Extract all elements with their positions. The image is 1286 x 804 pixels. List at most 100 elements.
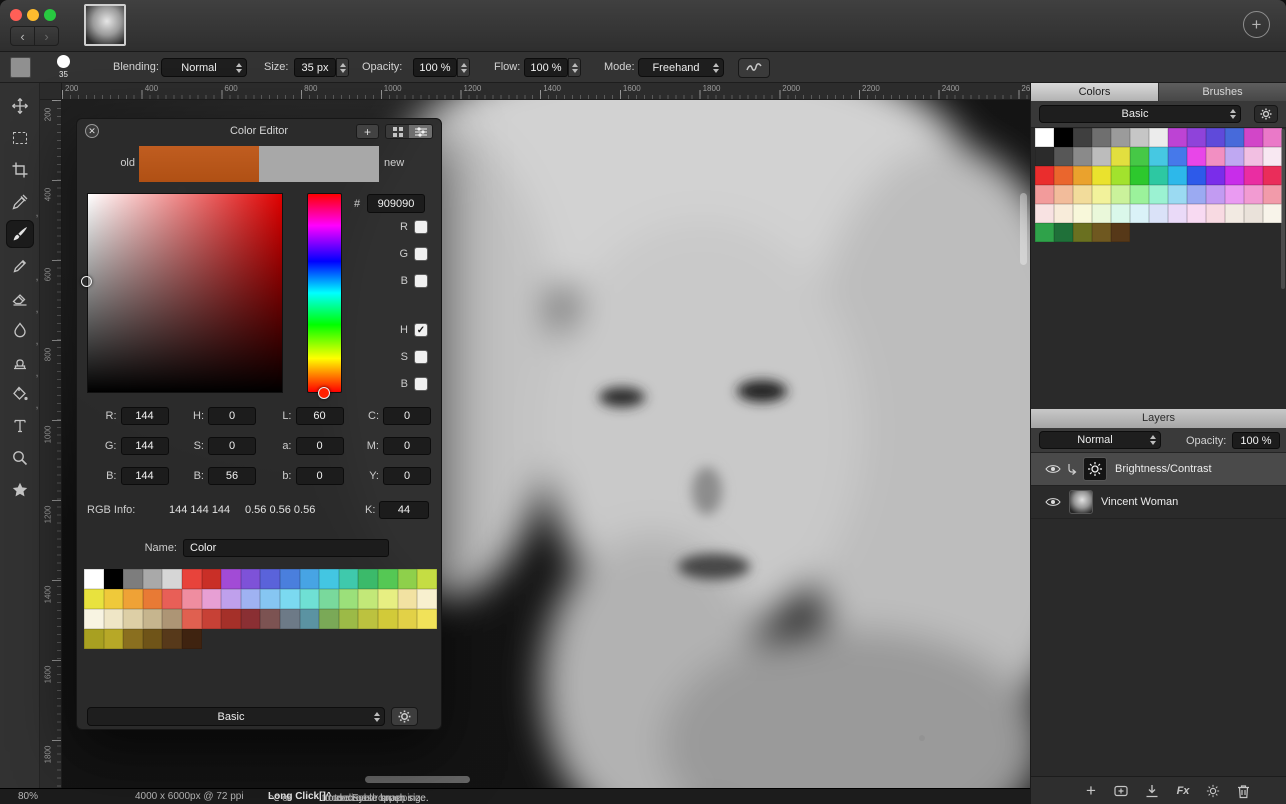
color-swatch[interactable] [1092, 128, 1111, 147]
color-swatch[interactable] [358, 589, 378, 609]
color-swatch[interactable] [84, 629, 104, 649]
flow-input[interactable] [524, 58, 568, 77]
color-swatch[interactable] [1187, 147, 1206, 166]
color-swatch[interactable] [358, 609, 378, 629]
import-icon[interactable] [1140, 780, 1164, 802]
color-swatch[interactable] [1244, 147, 1263, 166]
color-swatch[interactable] [260, 569, 280, 589]
eye-icon[interactable] [1041, 464, 1065, 474]
shapes-tool[interactable] [6, 476, 34, 504]
color-swatch[interactable] [1092, 166, 1111, 185]
horizontal-scrollbar[interactable] [365, 776, 470, 783]
hex-input[interactable] [367, 194, 425, 213]
gear-icon[interactable] [391, 707, 418, 726]
color-swatch[interactable] [279, 589, 300, 609]
color-swatch[interactable] [279, 609, 300, 629]
channel-checkbox[interactable]: ✓ [414, 323, 428, 337]
color-swatch[interactable] [84, 569, 104, 589]
zoom-tool[interactable] [6, 444, 34, 472]
color-swatch[interactable] [1149, 185, 1168, 204]
pencil-tool[interactable]: , [6, 252, 39, 283]
value-input[interactable] [208, 437, 256, 455]
color-swatch[interactable] [1149, 204, 1168, 223]
minimize-window-button[interactable] [27, 9, 39, 21]
color-swatch[interactable] [1225, 185, 1244, 204]
vertical-scrollbar[interactable] [1020, 193, 1027, 265]
color-swatch[interactable] [240, 569, 261, 589]
color-swatch[interactable] [1111, 204, 1130, 223]
color-swatch[interactable] [240, 589, 261, 609]
color-swatch[interactable] [338, 589, 359, 609]
color-swatch[interactable] [1225, 147, 1244, 166]
color-swatch[interactable] [1130, 204, 1149, 223]
color-picker-cursor[interactable] [81, 276, 92, 287]
k-input[interactable] [379, 501, 429, 519]
color-swatch[interactable] [1130, 166, 1149, 185]
color-swatch[interactable] [1035, 185, 1054, 204]
color-swatch[interactable] [1187, 128, 1206, 147]
size-stepper[interactable] [336, 58, 349, 77]
color-swatch[interactable] [123, 589, 143, 609]
color-swatch[interactable] [1149, 147, 1168, 166]
color-swatch[interactable] [1111, 147, 1130, 166]
color-swatch[interactable] [1035, 166, 1054, 185]
color-swatch[interactable] [299, 609, 320, 629]
color-swatch[interactable] [1035, 223, 1054, 242]
hue-slider-cursor[interactable] [318, 387, 330, 399]
color-swatch[interactable] [1168, 204, 1187, 223]
color-swatch[interactable] [181, 569, 202, 589]
fullscreen-window-button[interactable] [44, 9, 56, 21]
color-swatch[interactable] [417, 609, 437, 629]
value-input[interactable] [295, 467, 344, 485]
value-input[interactable] [120, 437, 169, 455]
color-swatch[interactable] [201, 589, 222, 609]
color-swatch[interactable] [221, 609, 241, 629]
color-swatch[interactable] [1149, 166, 1168, 185]
channel-checkbox[interactable] [414, 377, 428, 391]
value-input[interactable] [208, 407, 256, 425]
color-swatch[interactable] [1263, 147, 1282, 166]
color-swatch[interactable] [1111, 223, 1130, 242]
mode-select[interactable]: Freehand [638, 58, 724, 77]
brush-settings-button[interactable] [738, 58, 770, 78]
color-swatch[interactable] [1168, 166, 1187, 185]
color-swatch[interactable] [1130, 185, 1149, 204]
color-swatch[interactable] [1054, 204, 1073, 223]
flow-stepper[interactable] [568, 58, 581, 77]
layer-opacity-input[interactable] [1232, 432, 1280, 449]
color-swatch[interactable] [1092, 185, 1111, 204]
color-swatch[interactable] [1054, 128, 1073, 147]
color-swatch[interactable] [1225, 166, 1244, 185]
color-swatch[interactable] [1035, 128, 1054, 147]
color-swatch[interactable] [1054, 185, 1073, 204]
color-swatch[interactable] [162, 629, 182, 649]
value-input[interactable] [295, 407, 344, 425]
tab-brushes[interactable]: Brushes [1158, 83, 1286, 101]
color-swatch[interactable] [279, 569, 300, 589]
brush-tool[interactable] [5, 220, 34, 248]
smudge-tool[interactable]: , [6, 316, 39, 347]
color-swatch[interactable] [1206, 166, 1225, 185]
color-swatch[interactable] [201, 609, 222, 629]
color-swatch[interactable] [221, 569, 241, 589]
color-swatch[interactable] [1263, 166, 1282, 185]
color-name-input[interactable] [183, 539, 389, 557]
color-swatch[interactable] [1263, 128, 1282, 147]
new-group-icon[interactable] [1109, 780, 1133, 802]
color-swatch[interactable] [162, 609, 182, 629]
color-swatch[interactable] [1206, 147, 1225, 166]
color-swatch[interactable] [417, 569, 437, 589]
add-swatch-button[interactable]: + [356, 124, 379, 139]
color-swatch[interactable] [142, 629, 163, 649]
color-swatch[interactable] [1187, 185, 1206, 204]
color-swatch[interactable] [1111, 185, 1130, 204]
color-swatch[interactable] [84, 589, 104, 609]
color-swatch[interactable] [1206, 128, 1225, 147]
layer-row[interactable]: Vincent Woman [1031, 486, 1286, 519]
grid-view-icon[interactable] [386, 125, 409, 138]
layer-row[interactable]: Brightness/Contrast [1031, 453, 1286, 486]
color-swatch[interactable] [1092, 147, 1111, 166]
add-button[interactable]: + [1243, 11, 1270, 38]
color-swatch[interactable] [103, 569, 124, 589]
color-swatch[interactable] [1092, 223, 1111, 242]
